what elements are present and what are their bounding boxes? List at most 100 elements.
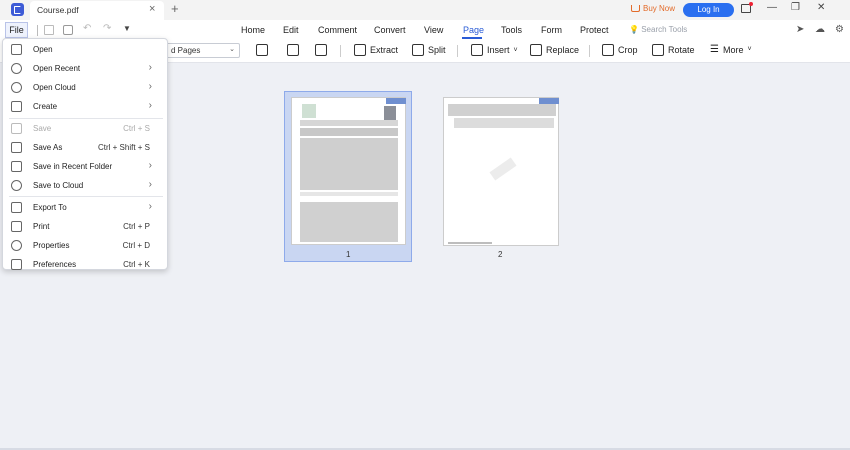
page-text-block	[448, 104, 556, 116]
menu-item-properties[interactable]: Properties Ctrl + D	[3, 237, 167, 255]
submenu-arrow-icon: ›	[148, 179, 152, 190]
menu-item-label: Open	[33, 45, 53, 54]
page-thumbnail-1[interactable]	[291, 97, 406, 245]
folder-icon	[11, 161, 22, 172]
file-menu-dropdown: Open Open Recent › Open Cloud › Create ›…	[2, 38, 168, 270]
undo-icon[interactable]: ↶	[83, 23, 93, 34]
rotate-page-icon[interactable]	[287, 44, 299, 56]
menu-item-save-to-cloud[interactable]: Save to Cloud ›	[3, 177, 167, 195]
cart-icon	[631, 5, 640, 12]
active-tab-underline	[462, 37, 482, 39]
replace-button[interactable]: Replace	[530, 44, 579, 56]
menu-item-label: Preferences	[33, 260, 77, 269]
file-menu-button[interactable]: File	[5, 22, 28, 38]
tab-home[interactable]: Home	[241, 25, 265, 35]
tab-close-icon[interactable]: ×	[149, 3, 155, 15]
split-icon	[412, 44, 424, 56]
chevron-down-icon: ⌄	[229, 46, 235, 53]
split-label: Split	[428, 45, 446, 55]
page-text-block	[300, 138, 398, 190]
tab-edit[interactable]: Edit	[283, 25, 299, 35]
buy-now-link[interactable]: Buy Now	[631, 4, 675, 13]
more-lines-icon: ☰	[710, 44, 719, 55]
document-tab[interactable]: Course.pdf ×	[30, 1, 164, 20]
menu-item-label: Properties	[33, 241, 70, 250]
menu-item-create[interactable]: Create ›	[3, 98, 167, 116]
cloud-upload-icon[interactable]: ☁	[815, 24, 825, 35]
menu-item-save-in-recent-folder[interactable]: Save in Recent Folder ›	[3, 158, 167, 176]
submenu-arrow-icon: ›	[148, 81, 152, 92]
menu-item-label: Save	[33, 124, 52, 133]
page-range-value: d Pages	[171, 46, 201, 55]
page-text-block	[300, 120, 398, 126]
preferences-sliders-icon	[11, 259, 22, 270]
menu-item-open-cloud[interactable]: Open Cloud ›	[3, 79, 167, 97]
menu-item-export-to[interactable]: Export To ›	[3, 199, 167, 217]
menu-item-shortcut: Ctrl + Shift + S	[97, 143, 150, 152]
extract-button[interactable]: Extract	[354, 44, 398, 56]
new-tab-icon[interactable]: +	[171, 1, 179, 16]
send-icon[interactable]: ➤	[796, 24, 804, 35]
menu-item-save-as[interactable]: Save As Ctrl + Shift + S	[3, 139, 167, 157]
submenu-arrow-icon: ›	[148, 201, 152, 212]
settings-icon[interactable]: ⚙	[835, 24, 844, 35]
tab-page[interactable]: Page	[463, 25, 484, 35]
more-label: More	[722, 44, 744, 55]
rotate-button[interactable]: Rotate	[652, 44, 695, 56]
login-button[interactable]: Log In	[683, 3, 734, 17]
split-button[interactable]: Split	[412, 44, 446, 56]
title-bar: Course.pdf × + Buy Now Log In — ❐ ✕	[0, 0, 850, 20]
crop-button[interactable]: Crop	[602, 44, 638, 56]
tab-view[interactable]: View	[424, 25, 443, 35]
quick-access-more-icon[interactable]: ▼	[123, 24, 133, 34]
print-icon	[11, 221, 22, 232]
submenu-arrow-icon: ›	[148, 100, 152, 111]
extract-icon	[354, 44, 366, 56]
redo-icon[interactable]: ↷	[103, 23, 113, 34]
extract-label: Extract	[370, 45, 399, 55]
page-tag	[386, 98, 406, 104]
menu-item-open[interactable]: Open	[3, 41, 167, 59]
page-range-select[interactable]: d Pages ⌄	[165, 43, 240, 58]
tab-comment[interactable]: Comment	[318, 25, 357, 35]
replace-icon	[530, 44, 542, 56]
page-image-block	[302, 104, 316, 118]
tab-protect[interactable]: Protect	[580, 25, 609, 35]
more-button[interactable]: ☰ More ˅	[710, 44, 752, 55]
rotate-icon	[652, 44, 664, 56]
menu-item-label: Save in Recent Folder	[33, 162, 113, 171]
app-logo-icon	[11, 3, 24, 16]
page-thumbnail-2[interactable]	[443, 97, 559, 246]
tab-form[interactable]: Form	[541, 25, 562, 35]
submenu-arrow-icon: ›	[148, 160, 152, 171]
notification-icon[interactable]	[741, 2, 753, 13]
minimize-icon[interactable]: —	[767, 2, 777, 13]
restore-icon[interactable]: ❐	[791, 2, 800, 13]
print-icon[interactable]	[63, 25, 73, 35]
menu-item-label: Save As	[33, 143, 63, 152]
save-icon[interactable]	[44, 25, 54, 35]
menu-item-save[interactable]: Save Ctrl + S	[3, 120, 167, 138]
cloud-icon	[11, 82, 22, 93]
save-icon	[11, 123, 22, 134]
insert-button[interactable]: Insert ˅	[471, 44, 518, 56]
tab-tools[interactable]: Tools	[501, 25, 522, 35]
page-number-label: 1	[346, 250, 351, 259]
save-as-icon	[11, 142, 22, 153]
menu-item-print[interactable]: Print Ctrl + P	[3, 218, 167, 236]
close-window-icon[interactable]: ✕	[817, 2, 825, 13]
quick-access-divider	[37, 25, 38, 36]
menu-item-open-recent[interactable]: Open Recent ›	[3, 60, 167, 78]
search-tools-input[interactable]: 💡 Search Tools	[629, 25, 687, 34]
menu-item-preferences[interactable]: Preferences Ctrl + K	[3, 256, 167, 274]
menu-item-shortcut: Ctrl + D	[122, 241, 150, 250]
export-icon	[11, 202, 22, 213]
toolbar-divider	[340, 45, 341, 57]
replace-label: Replace	[546, 45, 580, 55]
clock-icon	[11, 63, 22, 74]
delete-page-icon[interactable]	[315, 44, 327, 56]
insert-icon	[471, 44, 483, 56]
tab-convert[interactable]: Convert	[374, 25, 406, 35]
page-layout-icon[interactable]	[256, 44, 268, 56]
lightbulb-icon: 💡	[629, 25, 639, 34]
